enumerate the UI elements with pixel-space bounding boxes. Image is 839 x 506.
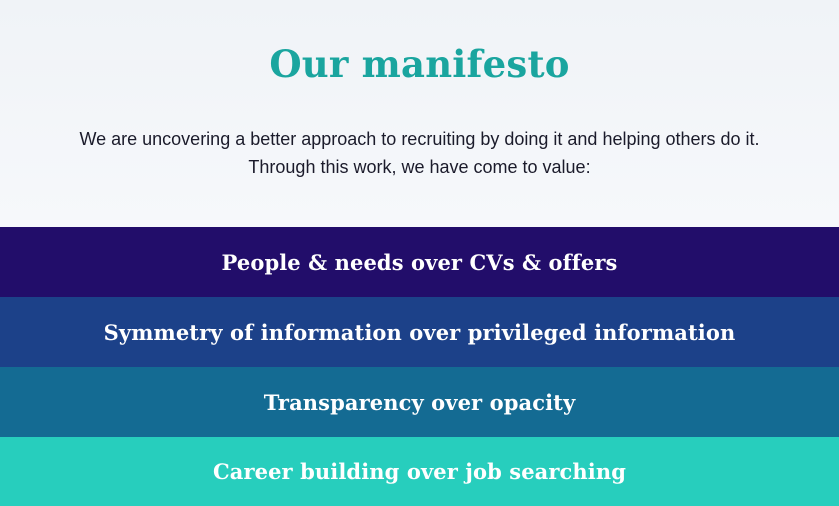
manifesto-lead: We are uncovering a better approach to r… xyxy=(0,125,839,181)
page-title: Our manifesto xyxy=(269,42,570,86)
value-label: Symmetry of information over privileged … xyxy=(103,319,736,345)
value-band-transparency: Transparency over opacity xyxy=(0,367,839,437)
value-label: Career building over job searching xyxy=(212,459,627,484)
lead-line-2: Through this work, we have come to value… xyxy=(248,157,591,177)
manifesto-values: People & needs over CVs & offers Symmetr… xyxy=(0,227,839,506)
value-band-people-needs: People & needs over CVs & offers xyxy=(0,227,839,297)
value-label: Transparency over opacity xyxy=(263,389,576,415)
lead-line-1: We are uncovering a better approach to r… xyxy=(79,129,760,149)
value-label: People & needs over CVs & offers xyxy=(221,249,618,275)
value-band-symmetry-information: Symmetry of information over privileged … xyxy=(0,297,839,367)
value-band-career-building: Career building over job searching xyxy=(0,437,839,506)
manifesto-intro: Our manifesto We are uncovering a better… xyxy=(0,0,839,227)
